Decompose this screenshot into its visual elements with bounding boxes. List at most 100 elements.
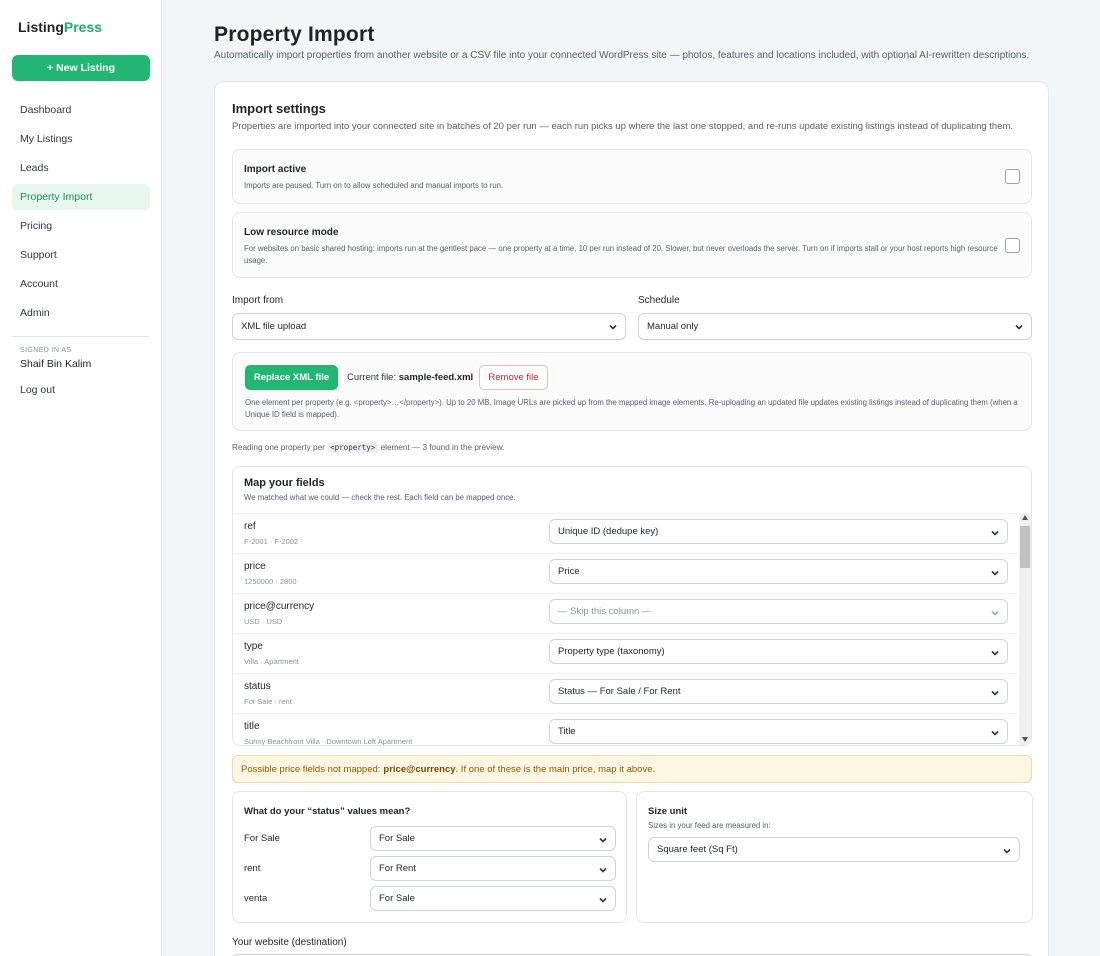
status-row: rent For Rent [233, 856, 628, 882]
size-unit-subtitle: Sizes in your feed are measured in: [648, 821, 771, 830]
low-resource-checkbox[interactable] [1005, 238, 1020, 253]
column-sample: USD · USD [244, 617, 283, 626]
field-mapping-value: Price [558, 566, 580, 577]
status-mapping-value: For Sale [379, 833, 415, 844]
field-mapping-select[interactable]: Status — For Sale / For Rent [549, 679, 1008, 704]
column-name: ref [244, 521, 256, 532]
column-sample: F-2001 · F-2002 [244, 537, 299, 546]
field-mapping-value: Status — For Sale / For Rent [558, 686, 681, 697]
import-active-checkbox[interactable] [1005, 169, 1020, 184]
column-name: price@currency [244, 601, 315, 612]
sidebar-nav: Dashboard My Listings Leads Property Imp… [12, 97, 150, 329]
page-subtitle: Automatically import properties from ano… [214, 50, 1030, 61]
replace-xml-button[interactable]: Replace XML file [245, 365, 338, 390]
sidebar-item-account[interactable]: Account [12, 271, 150, 297]
field-mapping-value: Title [558, 726, 576, 737]
field-mapping-select[interactable]: Price [549, 559, 1008, 584]
sidebar-item-pricing[interactable]: Pricing [12, 213, 150, 239]
chevron-down-icon [609, 324, 617, 330]
column-sample: 1250000 · 2800 [244, 577, 297, 586]
field-mapping-box: Map your fields We matched what we could… [232, 466, 1032, 746]
app-logo[interactable]: ListingPress [18, 19, 102, 35]
sidebar-item-admin[interactable]: Admin [12, 300, 150, 326]
page-title: Property Import [214, 23, 375, 46]
map-title: Map your fields [244, 477, 325, 489]
import-settings-card: Import settings Properties are imported … [214, 81, 1049, 956]
logout-link[interactable]: Log out [20, 384, 55, 396]
destination-label: Your website (destination) [232, 937, 347, 948]
map-row-title: title Sunny Beachfront Villa · Downtown L… [233, 714, 1018, 745]
reading-info: Reading one property per <property> elem… [232, 442, 505, 453]
mapping-list[interactable]: ref F-2001 · F-2002 Unique ID (dedupe key)… [233, 513, 1018, 745]
low-resource-title: Low resource mode [244, 227, 339, 238]
column-name: type [244, 641, 263, 652]
xml-upload-box: Replace XML file Current file: sample-fe… [232, 352, 1032, 431]
chevron-down-icon [1015, 324, 1023, 330]
chevron-down-icon [991, 530, 999, 536]
import-active-title: Import active [244, 164, 307, 175]
chevron-down-icon [991, 730, 999, 736]
map-subtitle: We matched what we could — check the res… [244, 493, 516, 502]
chevron-down-icon [991, 570, 999, 576]
import-from-label: Import from [232, 295, 284, 306]
field-mapping-select[interactable]: Property type (taxonomy) [549, 639, 1008, 664]
sidebar: ListingPress + New Listing Dashboard My … [0, 0, 162, 956]
section-subtitle: Properties are imported into your connec… [232, 121, 1014, 132]
field-mapping-value: Unique ID (dedupe key) [558, 526, 659, 537]
status-mapping-value: For Rent [379, 863, 416, 874]
map-row-type: type Villa · Apartment Property type (taxo… [233, 634, 1018, 674]
field-mapping-select[interactable]: — Skip this column — [549, 599, 1008, 624]
remove-file-button[interactable]: Remove file [479, 365, 548, 390]
map-row-price-currency: price@currency USD · USD — Skip this colum… [233, 594, 1018, 634]
sidebar-item-leads[interactable]: Leads [12, 155, 150, 181]
schedule-select[interactable]: Manual only [638, 313, 1032, 340]
mapping-scrollbar[interactable] [1019, 513, 1031, 745]
status-value-name: For Sale [244, 833, 280, 844]
chevron-down-icon [1003, 848, 1011, 854]
status-mapping-value: For Sale [379, 893, 415, 904]
size-unit-select[interactable]: Square feet (Sq Ft) [648, 837, 1020, 862]
column-name: price [244, 561, 266, 572]
status-row: For Sale For Sale [233, 826, 628, 852]
field-mapping-select[interactable]: Unique ID (dedupe key) [549, 519, 1008, 544]
signed-in-label: SIGNED IN AS [20, 347, 72, 354]
schedule-label: Schedule [638, 295, 680, 306]
status-mapping-select[interactable]: For Sale [370, 886, 616, 911]
chevron-down-icon [599, 837, 607, 843]
status-mapping-select[interactable]: For Sale [370, 826, 616, 851]
status-values-box: What do your “status” values mean? For S… [232, 791, 627, 923]
column-sample: Sunny Beachfront Villa · Downtown Loft A… [244, 737, 413, 745]
import-from-value: XML file upload [241, 321, 307, 332]
schedule-value: Manual only [647, 321, 699, 332]
column-name: status [244, 681, 271, 692]
map-row-status: status For Sale · rent Status — For Sale /… [233, 674, 1018, 714]
field-mapping-value: Property type (taxonomy) [558, 646, 665, 657]
sidebar-item-property-import[interactable]: Property Import [12, 184, 150, 210]
unmapped-price-warning: Possible price fields not mapped: price@c… [232, 755, 1032, 783]
scroll-up-icon[interactable] [1022, 515, 1028, 520]
column-sample: Villa · Apartment [244, 657, 299, 666]
column-name: title [244, 721, 260, 732]
sidebar-item-my-listings[interactable]: My Listings [12, 126, 150, 152]
status-value-name: rent [244, 863, 261, 874]
field-mapping-value: — Skip this column — [558, 606, 652, 617]
sidebar-divider [12, 336, 150, 337]
upload-desc: One element per property (e.g. <property… [245, 398, 1018, 419]
import-active-desc: Imports are paused. Turn on to allow sch… [244, 181, 504, 190]
field-mapping-select[interactable]: Title [549, 719, 1008, 744]
property-tag: <property> [327, 442, 379, 453]
new-listing-button[interactable]: + New Listing [12, 55, 150, 81]
sidebar-item-dashboard[interactable]: Dashboard [12, 97, 150, 123]
chevron-down-icon [599, 867, 607, 873]
import-from-select[interactable]: XML file upload [232, 313, 626, 340]
status-mapping-select[interactable]: For Rent [370, 856, 616, 881]
scroll-thumb[interactable] [1020, 526, 1030, 568]
size-unit-box: Size unit Sizes in your feed are measure… [636, 791, 1033, 923]
signed-in-user: Shaif Bin Kalim [20, 358, 92, 370]
scroll-down-icon[interactable] [1022, 737, 1028, 742]
map-row-ref: ref F-2001 · F-2002 Unique ID (dedupe key) [233, 514, 1018, 554]
sidebar-item-support[interactable]: Support [12, 242, 150, 268]
current-file: Current file: sample-feed.xml [347, 372, 474, 383]
map-row-price: price 1250000 · 2800 Price [233, 554, 1018, 594]
status-row: venta For Sale [233, 886, 628, 912]
